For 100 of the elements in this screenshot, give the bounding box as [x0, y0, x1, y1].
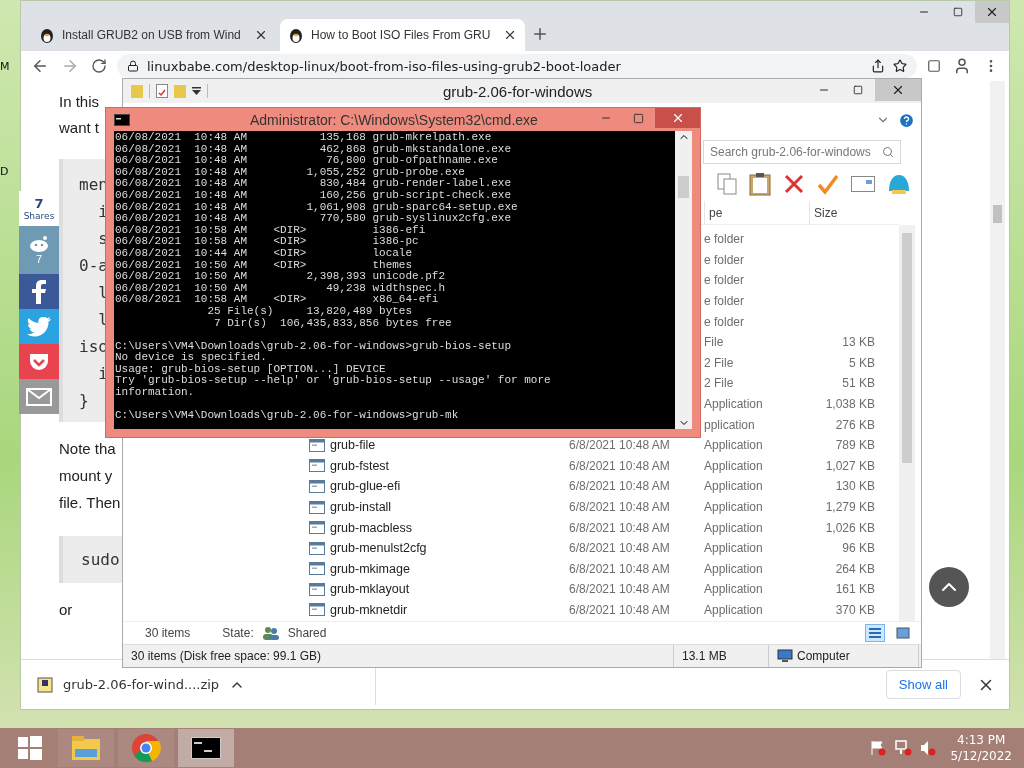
help-icon[interactable]: [898, 111, 915, 129]
pocket-icon: [28, 351, 50, 372]
console-line: 06/08/2021 10:50 AM <DIR> themes: [115, 259, 413, 271]
column-header[interactable]: pe: [704, 201, 809, 225]
file-type: e folder: [704, 273, 746, 288]
application-icon: [309, 521, 325, 535]
article-text: or: [59, 600, 73, 620]
scrollbar[interactable]: [899, 225, 915, 621]
close-icon[interactable]: [254, 28, 268, 42]
file-name[interactable]: grub-menulst2cfg: [309, 541, 427, 556]
file-name[interactable]: grub-install: [309, 500, 392, 514]
scrollbar[interactable]: [675, 131, 692, 429]
console-line: 06/08/2021 10:44 AM <DIR> locale: [115, 247, 413, 260]
file-name[interactable]: grub-file: [309, 438, 376, 453]
file-size: 13 KB: [841, 335, 875, 350]
console-line: 06/08/2021 10:58 AM <DIR> x86_64-efi: [115, 294, 439, 306]
file-name[interactable]: grub-macbless: [309, 520, 412, 535]
console-line: 06/08/2021 10:48 AM 770,580 grub-syslinux2cfg.exe: [115, 213, 512, 225]
share-button[interactable]: [19, 344, 59, 379]
file-type: Application: [704, 603, 764, 617]
show-all-button[interactable]: Show all: [885, 670, 961, 699]
scrollbar-thumb[interactable]: [902, 233, 912, 463]
item-count: 30 items: [145, 626, 191, 640]
rename-icon[interactable]: [851, 176, 875, 192]
penguin-icon: [288, 27, 304, 43]
search-field[interactable]: Search grub-2.06-for-windows: [703, 140, 901, 164]
forward-arrow-icon: [61, 57, 79, 75]
scroll-top-button[interactable]: [929, 567, 969, 607]
column-header[interactable]: Size: [809, 201, 875, 225]
desktop-icon-label: D: [0, 165, 9, 178]
shell-icon[interactable]: [887, 173, 911, 195]
scrollbar[interactable]: [990, 81, 1005, 659]
status-size: 13.1 MB: [674, 645, 769, 667]
close-button[interactable]: [975, 1, 1009, 23]
tiles-view-button[interactable]: [893, 624, 913, 642]
application-icon: [309, 438, 325, 452]
plus-icon: [531, 25, 549, 43]
close-icon[interactable]: [503, 28, 517, 42]
panel-icon: [927, 59, 941, 73]
address-bar[interactable]: linuxbabe.com/desktop-linux/boot-from-iso-files-using-grub2-boot-loader: [117, 54, 917, 78]
file-size: 161 KB: [834, 582, 875, 597]
file-date: 6/8/2021 10:48 AM: [569, 520, 671, 535]
side-panel-button[interactable]: [925, 57, 943, 75]
console-line: 06/08/2021 10:58 AM <DIR> i386-pc: [115, 236, 419, 248]
flag-icon[interactable]: [870, 740, 887, 756]
file-name[interactable]: grub-mkimage: [309, 561, 410, 576]
file-type: Application: [704, 500, 764, 514]
terminal-icon: [191, 737, 221, 759]
share-button[interactable]: [19, 379, 59, 414]
file-size: 1,027 KB: [824, 458, 875, 473]
file-type: Application: [704, 582, 764, 597]
download-file-name[interactable]: grub-2.06-for-wind....zip: [63, 677, 220, 692]
tiles-view-icon: [896, 627, 910, 639]
file-type: pplication: [704, 417, 756, 432]
close-icon: [891, 83, 905, 97]
file-name[interactable]: grub-glue-efi: [309, 479, 401, 494]
file-name[interactable]: grub-mklayout: [309, 582, 410, 597]
browser-tab[interactable]: Install GRUB2 on USB from Wind: [31, 19, 276, 51]
copy-icon[interactable]: [717, 173, 737, 195]
speaker-icon[interactable]: [920, 740, 937, 756]
application-icon: [309, 459, 325, 473]
delete-icon[interactable]: [783, 173, 805, 195]
file-name[interactable]: grub-fstest: [309, 458, 390, 473]
scrollbar-thumb[interactable]: [993, 205, 1002, 223]
console-line: 06/08/2021 10:48 AM 135,168 grub-mkrelpath.exe: [115, 132, 492, 144]
file-name[interactable]: grub-mknetdir: [309, 603, 408, 617]
network-icon[interactable]: [894, 740, 913, 756]
console-line: 06/08/2021 10:48 AM 462,868 grub-mkstandalone.exe: [115, 143, 512, 155]
star-icon[interactable]: [893, 59, 907, 73]
file-date: 6/8/2021 10:48 AM: [569, 603, 671, 617]
checkmark-icon[interactable]: [817, 173, 839, 195]
dropdown-icon[interactable]: [192, 87, 201, 95]
file-size: 51 KB: [841, 376, 875, 391]
file-type: Application: [704, 438, 764, 453]
application-icon: [309, 582, 325, 596]
share-icon[interactable]: [871, 59, 885, 73]
file-type: e folder: [704, 252, 746, 267]
share-button[interactable]: [19, 309, 59, 344]
file-date: 6/8/2021 10:48 AM: [569, 438, 671, 453]
list-view-icon: [868, 627, 882, 639]
status-location: Computer: [769, 645, 919, 667]
details-view-button[interactable]: [865, 624, 885, 642]
taskbar-app[interactable]: [178, 729, 234, 767]
article-text: Note tha: [59, 439, 116, 459]
article-text: want t: [59, 118, 100, 138]
user-icon: [953, 57, 971, 75]
properties-icon[interactable]: [156, 84, 168, 98]
facebook-icon: [32, 279, 46, 304]
maximize-icon: [633, 112, 644, 124]
share-button[interactable]: [19, 274, 59, 309]
clock[interactable]: 4:13 PM 5/12/2022: [944, 732, 1018, 764]
console-line: 06/08/2021 10:48 AM 830,484 grub-render-label.exe: [115, 178, 512, 190]
clipboard-icon[interactable]: [749, 172, 771, 196]
file-type: Application: [704, 397, 764, 412]
file-size: 130 KB: [834, 479, 875, 494]
zip-file-icon: [37, 676, 53, 693]
browser-tab[interactable]: How to Boot ISO Files From GRU: [280, 19, 525, 51]
scrollbar-thumb[interactable]: [678, 176, 689, 198]
reload-button[interactable]: [89, 56, 109, 76]
file-size: 276 KB: [834, 417, 875, 432]
